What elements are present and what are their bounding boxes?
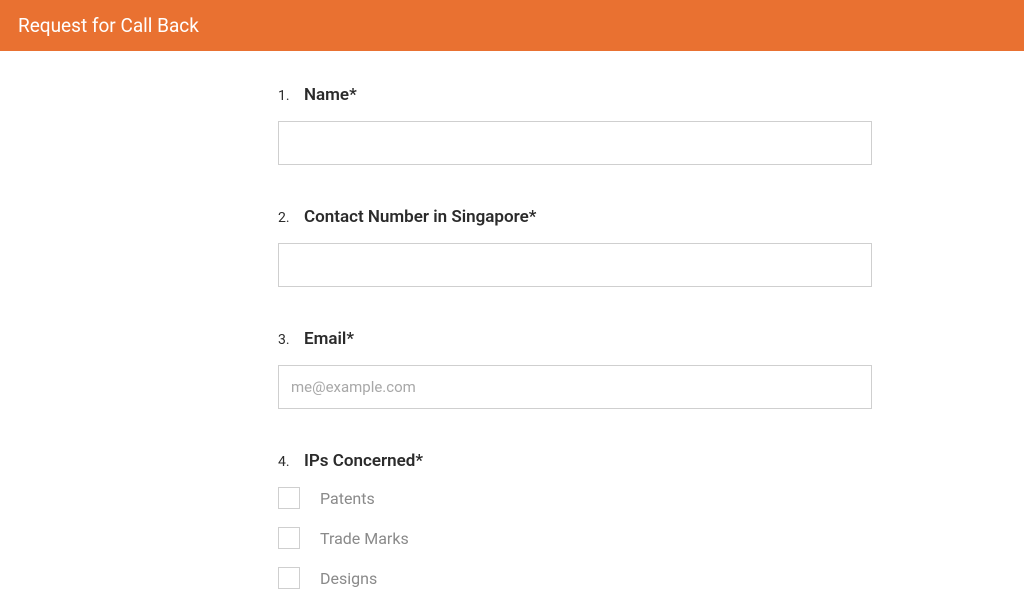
checkbox-row-trademarks: Trade Marks xyxy=(278,527,872,549)
email-input[interactable] xyxy=(278,365,872,409)
name-input[interactable] xyxy=(278,121,872,165)
label-row: 4. IPs Concerned* xyxy=(278,451,872,471)
trademarks-checkbox[interactable] xyxy=(278,527,300,549)
field-number: 1. xyxy=(278,88,304,104)
label-row: 3. Email* xyxy=(278,329,872,349)
checkbox-label: Designs xyxy=(320,569,377,588)
designs-checkbox[interactable] xyxy=(278,567,300,589)
checkbox-label: Patents xyxy=(320,489,375,508)
page-title: Request for Call Back xyxy=(18,14,199,37)
form-group-contact: 2. Contact Number in Singapore* xyxy=(278,207,872,287)
checkbox-row-designs: Designs xyxy=(278,567,872,589)
field-number: 2. xyxy=(278,210,304,226)
label-row: 2. Contact Number in Singapore* xyxy=(278,207,872,227)
contact-number-input[interactable] xyxy=(278,243,872,287)
field-label: Name* xyxy=(304,85,357,105)
patents-checkbox[interactable] xyxy=(278,487,300,509)
field-number: 3. xyxy=(278,332,304,348)
label-row: 1. Name* xyxy=(278,85,872,105)
checkbox-row-patents: Patents xyxy=(278,487,872,509)
callback-form: 1. Name* 2. Contact Number in Singapore*… xyxy=(278,51,872,589)
field-number: 4. xyxy=(278,454,304,470)
field-label: IPs Concerned* xyxy=(304,451,423,471)
form-group-ips: 4. IPs Concerned* Patents Trade Marks De… xyxy=(278,451,872,589)
checkbox-label: Trade Marks xyxy=(320,529,409,548)
form-group-email: 3. Email* xyxy=(278,329,872,409)
field-label: Email* xyxy=(304,329,354,349)
form-group-name: 1. Name* xyxy=(278,85,872,165)
field-label: Contact Number in Singapore* xyxy=(304,207,536,227)
page-header: Request for Call Back xyxy=(0,0,1024,51)
